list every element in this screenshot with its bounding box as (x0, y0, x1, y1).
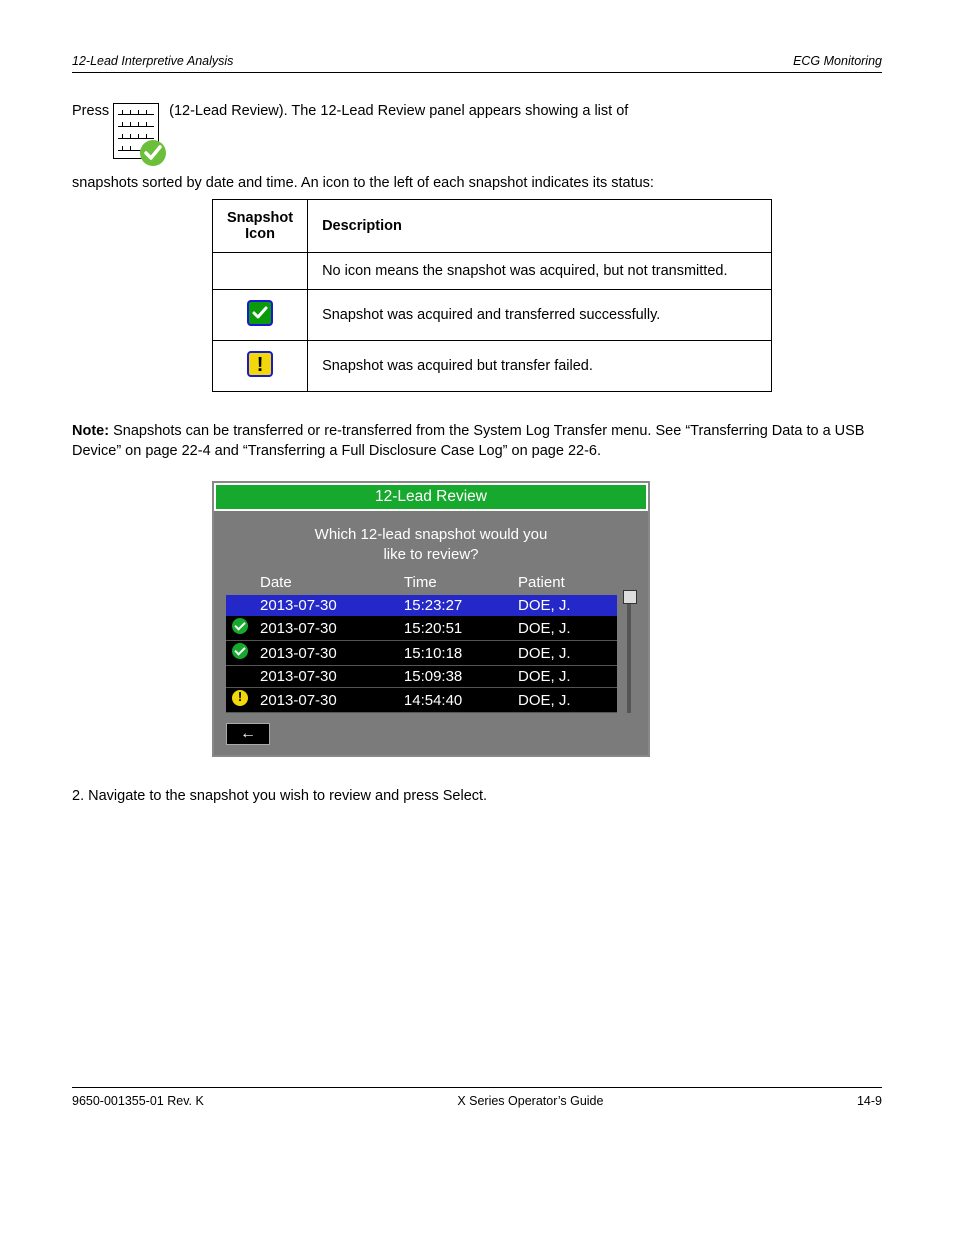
warning-icon: ! (247, 351, 273, 377)
snapshot-list[interactable]: Date Time Patient 2013-07-30 15:23:27 DO… (226, 572, 617, 713)
list-item[interactable]: 2013-07-30 15:23:27 DOE, J. (226, 595, 617, 616)
header-right: ECG Monitoring (793, 54, 882, 68)
step-2-text: 2. Navigate to the snapshot you wish to … (72, 787, 882, 807)
press-prefix: Press (72, 103, 113, 119)
cell-patient: DOE, J. (512, 616, 617, 641)
list-item[interactable]: 2013-07-30 15:20:51 DOE, J. (226, 616, 617, 641)
cell-patient: DOE, J. (512, 595, 617, 616)
cell-time: 15:20:51 (398, 616, 512, 641)
cell-date: 2013-07-30 (254, 641, 398, 666)
cell-time: 14:54:40 (398, 688, 512, 713)
note-block: Note: Snapshots can be transferred or re… (72, 422, 882, 461)
device-prompt: Which 12-lead snapshot would you like to… (226, 525, 636, 564)
col-time: Time (398, 572, 512, 595)
cell-patient: DOE, J. (512, 688, 617, 713)
header-left: 12-Lead Interpretive Analysis (72, 54, 233, 68)
cell-patient: DOE, J. (512, 666, 617, 688)
success-icon (232, 643, 248, 659)
checkmark-badge-icon (140, 140, 166, 166)
desc-no-icon: No icon means the snapshot was acquired,… (308, 253, 772, 290)
no-icon-cell (213, 253, 308, 290)
desc-success: Snapshot was acquired and transferred su… (308, 290, 772, 341)
scrollbar-thumb[interactable] (623, 590, 637, 604)
cell-date: 2013-07-30 (254, 688, 398, 713)
device-prompt-line1: Which 12-lead snapshot would you (315, 526, 548, 543)
note-text: Snapshots can be transferred or re-trans… (72, 423, 864, 459)
twelve-lead-review-icon (113, 103, 159, 159)
back-button[interactable]: ← (226, 723, 270, 745)
cell-time: 15:09:38 (398, 666, 512, 688)
page-footer: 9650-001355-01 Rev. K X Series Operator’… (72, 1087, 882, 1108)
cell-date: 2013-07-30 (254, 666, 398, 688)
warning-icon (232, 690, 248, 706)
note-label: Note: (72, 423, 109, 439)
cell-time: 15:23:27 (398, 595, 512, 616)
device-prompt-line2: like to review? (383, 546, 478, 563)
instruction-line-2: snapshots sorted by date and time. An ic… (72, 175, 882, 191)
snapshot-icon-table: Snapshot Icon Description No icon means … (212, 199, 772, 392)
table-row: Snapshot was acquired and transferred su… (213, 290, 772, 341)
cell-patient: DOE, J. (512, 641, 617, 666)
cell-date: 2013-07-30 (254, 595, 398, 616)
table-header-desc: Description (308, 200, 772, 253)
list-item[interactable]: 2013-07-30 14:54:40 DOE, J. (226, 688, 617, 713)
success-icon (232, 618, 248, 634)
footer-center: X Series Operator’s Guide (457, 1094, 603, 1108)
device-title-bar: 12-Lead Review (214, 483, 648, 511)
footer-left: 9650-001355-01 Rev. K (72, 1094, 204, 1108)
desc-warning: Snapshot was acquired but transfer faile… (308, 341, 772, 392)
footer-right: 14-9 (857, 1094, 882, 1108)
list-item[interactable]: 2013-07-30 15:10:18 DOE, J. (226, 641, 617, 666)
table-row: No icon means the snapshot was acquired,… (213, 253, 772, 290)
instruction-line-1: Press (12-Lead Review). The 12-Lead Revi… (72, 103, 882, 159)
table-header-icon: Snapshot Icon (213, 200, 308, 253)
cell-date: 2013-07-30 (254, 616, 398, 641)
header-rule (72, 72, 882, 73)
col-date: Date (254, 572, 398, 595)
device-screenshot: 12-Lead Review Which 12-lead snapshot wo… (212, 481, 650, 757)
press-suffix: (12-Lead Review). The 12-Lead Review pan… (169, 103, 628, 119)
list-item[interactable]: 2013-07-30 15:09:38 DOE, J. (226, 666, 617, 688)
success-icon (247, 300, 273, 326)
cell-time: 15:10:18 (398, 641, 512, 666)
scrollbar[interactable] (623, 572, 636, 713)
table-row: ! Snapshot was acquired but transfer fai… (213, 341, 772, 392)
col-patient: Patient (512, 572, 617, 595)
page-running-header: 12-Lead Interpretive Analysis ECG Monito… (72, 54, 882, 68)
